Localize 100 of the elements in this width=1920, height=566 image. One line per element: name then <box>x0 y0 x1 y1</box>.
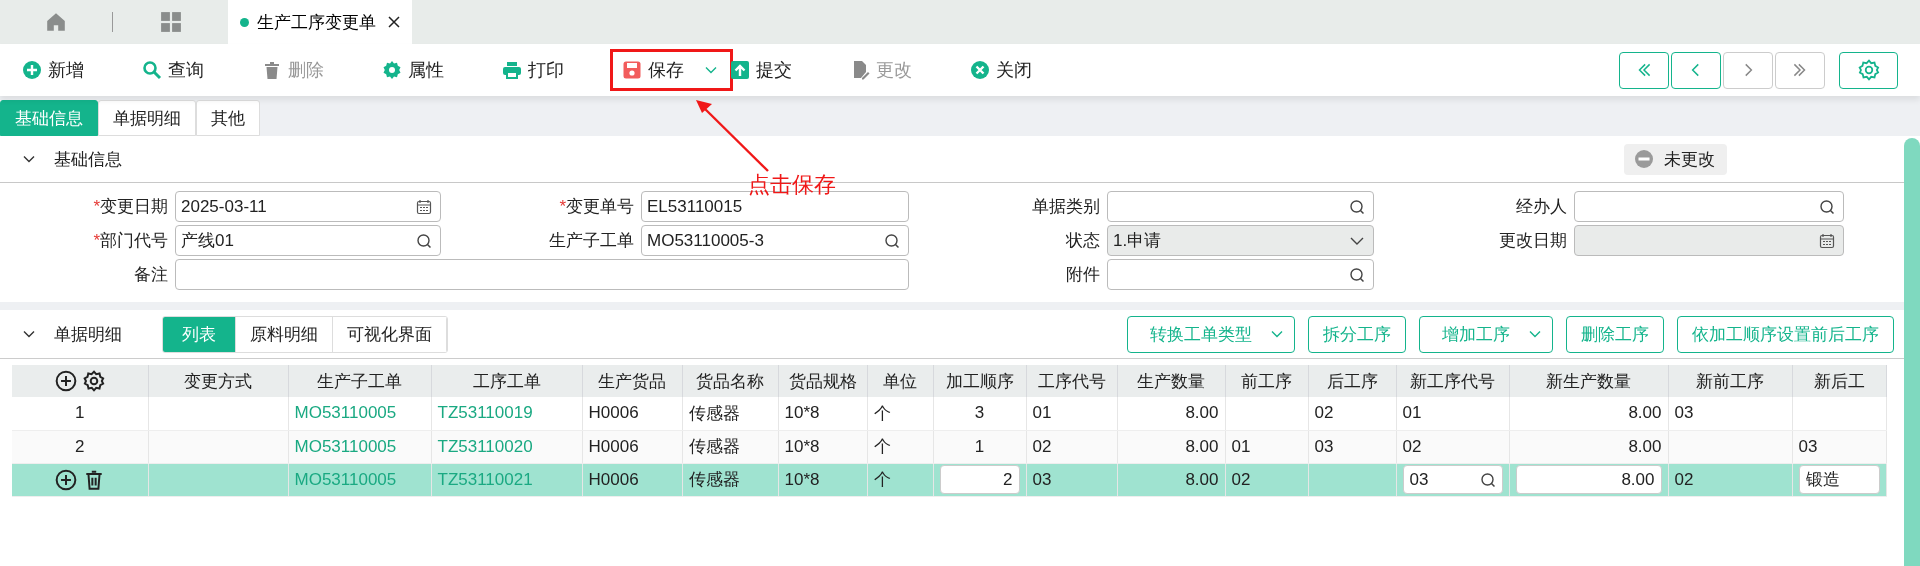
toolbar-button[interactable]: 查询 <box>142 58 204 82</box>
table-cell: 2 <box>75 436 85 456</box>
table-cell: 02 <box>1314 403 1334 423</box>
column-header[interactable]: 工序工单 <box>431 365 582 397</box>
column-header[interactable]: 新工序代号 <box>1396 365 1509 397</box>
table-cell: 传感器 <box>688 403 740 423</box>
printer-icon <box>502 60 522 80</box>
column-header[interactable]: 生产子工单 <box>288 365 431 397</box>
search-icon[interactable] <box>884 232 900 249</box>
table-cell: 传感器 <box>688 470 740 489</box>
document-tab[interactable]: 生产工序变更单 <box>228 0 412 44</box>
upload-icon <box>730 60 750 80</box>
close-icon[interactable] <box>388 16 400 28</box>
field-label: 备注 <box>133 264 168 286</box>
toolbar-button[interactable]: 打印 <box>502 58 564 82</box>
input-field[interactable]: MO53110005-3 <box>641 225 909 256</box>
cell-input[interactable]: 锻造 <box>1798 465 1880 494</box>
column-header[interactable]: 前工序 <box>1225 365 1308 397</box>
table-cell: 8.00 <box>1185 436 1219 456</box>
toolbar-button[interactable]: 新增 <box>22 58 84 82</box>
column-header[interactable]: 货品名称 <box>682 365 778 397</box>
table-cell: H0006 <box>588 469 639 489</box>
column-header[interactable]: 单位 <box>867 365 933 397</box>
status-text: 未更改 <box>1664 148 1715 171</box>
home-icon <box>45 11 67 33</box>
table-cell: 3 <box>974 403 985 423</box>
table-cell: 01 <box>1032 403 1052 423</box>
pager-button[interactable] <box>1671 51 1721 89</box>
cell-input[interactable]: 8.00 <box>1515 465 1662 494</box>
table-cell: 10*8 <box>784 436 820 456</box>
settings-icon <box>1857 59 1880 81</box>
add-icon[interactable] <box>54 370 77 392</box>
input-field[interactable] <box>175 259 909 290</box>
cell-input[interactable]: 2 <box>939 465 1020 494</box>
column-header[interactable]: 新后工 <box>1792 365 1886 397</box>
column-header[interactable]: 生产货品 <box>582 365 682 397</box>
column-header[interactable]: 新前工序 <box>1668 365 1792 397</box>
add-icon[interactable] <box>54 468 77 491</box>
table-cell: 03 <box>1314 436 1334 456</box>
toolbar-button[interactable]: 属性 <box>382 58 444 82</box>
field-label: 经办人 <box>1515 196 1567 218</box>
field-label: 生产子工单 <box>548 230 634 252</box>
field-label: *变更日期 <box>92 196 168 218</box>
search-icon[interactable] <box>1349 266 1365 283</box>
input-field[interactable]: 产线01 <box>175 225 441 256</box>
settings-icon[interactable] <box>82 370 105 392</box>
trash-icon <box>262 60 282 80</box>
settings-button[interactable] <box>1839 51 1898 89</box>
table-cell: 01 <box>1402 403 1422 423</box>
gear-icon <box>382 60 402 80</box>
table-cell: 8.00 <box>1185 403 1219 423</box>
minus-circle-icon <box>1634 149 1654 169</box>
input-field[interactable] <box>1107 259 1374 290</box>
table-cell: H0006 <box>588 403 639 423</box>
section-tab[interactable]: 单据明细 <box>98 100 196 136</box>
column-header[interactable]: 工序代号 <box>1026 365 1117 397</box>
input-field[interactable]: 2025-03-11 <box>175 191 441 222</box>
toolbar-button[interactable]: 保存 <box>622 58 718 82</box>
column-header[interactable]: 货品规格 <box>778 365 867 397</box>
search-icon[interactable] <box>1819 198 1835 215</box>
table-cell: 03 <box>1674 403 1694 423</box>
status-dot <box>240 17 249 27</box>
field-label: *部门代号 <box>92 230 168 252</box>
table-cell: 10*8 <box>784 403 820 423</box>
table-cell: 02 <box>1674 469 1694 489</box>
table-cell: 8.00 <box>1185 469 1219 489</box>
field-label: 附件 <box>1065 264 1100 286</box>
plus-icon <box>22 60 42 80</box>
scrollbar-thumb[interactable] <box>1904 138 1920 566</box>
section-title: 基础信息 <box>54 148 122 171</box>
search-icon[interactable] <box>416 232 432 249</box>
section-tab[interactable]: 其他 <box>196 100 260 136</box>
table-cell: 10*8 <box>784 469 820 489</box>
table-cell: 1 <box>75 403 85 423</box>
table-cell: 1 <box>974 436 985 456</box>
column-header[interactable]: 加工顺序 <box>933 365 1026 397</box>
table-cell: 个 <box>873 437 891 456</box>
column-header[interactable]: 后工序 <box>1308 365 1396 397</box>
toolbar-button[interactable]: 关闭 <box>970 58 1032 82</box>
field-label: 单据类别 <box>1031 196 1100 218</box>
search-icon <box>142 60 162 80</box>
table-cell: 01 <box>1231 436 1251 456</box>
column-header[interactable]: 新生产数量 <box>1509 365 1668 397</box>
toolbar-button[interactable]: 提交 <box>730 58 792 82</box>
search-icon[interactable] <box>1479 471 1496 488</box>
input-field[interactable] <box>1107 191 1374 222</box>
column-header[interactable]: 变更方式 <box>148 365 288 397</box>
table-cell: 个 <box>873 470 891 489</box>
pager-button[interactable] <box>1619 51 1669 89</box>
field-label: 更改日期 <box>1498 230 1567 252</box>
close-icon <box>970 60 990 80</box>
search-icon[interactable] <box>1349 198 1365 215</box>
cell-input[interactable]: 03 <box>1402 465 1503 494</box>
column-header[interactable]: 生产数量 <box>1117 365 1225 397</box>
input-field[interactable] <box>1574 191 1844 222</box>
table-cell: 03 <box>1032 469 1052 489</box>
table-cell: 02 <box>1032 436 1052 456</box>
calendar-icon[interactable] <box>416 198 432 215</box>
table-cell: 02 <box>1231 469 1251 489</box>
field-label: 状态 <box>1065 230 1100 252</box>
